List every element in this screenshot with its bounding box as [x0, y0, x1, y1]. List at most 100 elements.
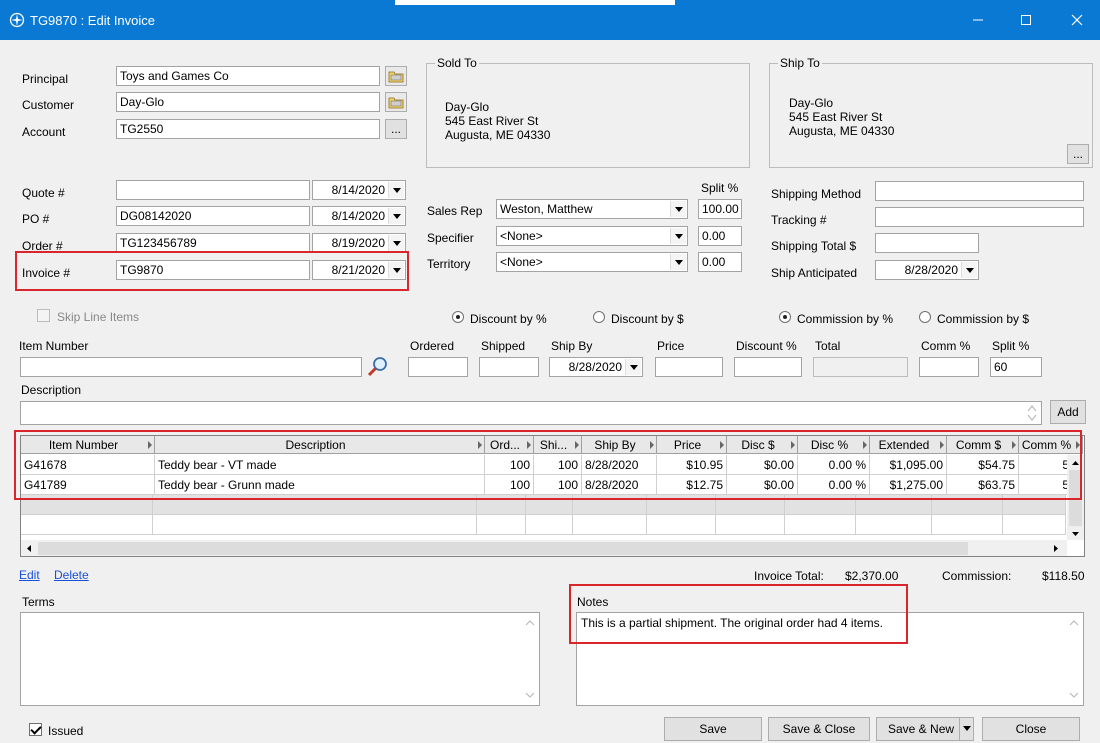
save-new-dropdown[interactable]	[959, 718, 973, 740]
description-label: Description	[21, 383, 82, 397]
skip-line-items-checkbox[interactable]	[37, 309, 50, 322]
description-field[interactable]	[20, 401, 1042, 425]
item-search-button[interactable]	[365, 355, 391, 378]
territory-select[interactable]: <None>	[496, 252, 688, 272]
sold-to-city: Augusta, ME 04330	[445, 128, 551, 142]
shipping-total-field[interactable]	[875, 233, 979, 253]
ordered-label: Ordered	[410, 339, 455, 353]
shipping-method-label: Shipping Method	[771, 187, 862, 201]
po-date-value: 8/14/2020	[331, 209, 385, 223]
ordered-field[interactable]	[408, 357, 468, 377]
commission-total-label: Commission:	[942, 569, 1012, 583]
commission-pct-radio[interactable]	[779, 311, 791, 323]
grid-horizontal-scrollbar[interactable]	[21, 540, 1067, 556]
account-field[interactable]: TG2550	[116, 119, 380, 139]
close-button[interactable]: Close	[982, 717, 1080, 741]
invoice-total-value: $2,370.00	[845, 569, 899, 583]
principal-lookup-button[interactable]	[385, 66, 407, 86]
specifier-split-field[interactable]: 0.00	[698, 226, 742, 246]
folder-icon	[388, 71, 404, 83]
split-field[interactable]: 60	[990, 357, 1042, 377]
ship-anticipated-picker[interactable]: 8/28/2020	[875, 260, 979, 280]
ship-by-value: 8/28/2020	[568, 360, 622, 374]
edit-link[interactable]: Edit	[19, 568, 40, 582]
save-close-button[interactable]: Save & Close	[768, 717, 870, 741]
chevron-down-icon	[388, 208, 404, 224]
terms-textarea[interactable]	[20, 612, 540, 706]
account-browse-button[interactable]: ...	[385, 119, 407, 139]
issued-checkbox[interactable]	[29, 723, 42, 736]
ship-to-label: Ship To	[778, 56, 822, 70]
ship-to-city: Augusta, ME 04330	[789, 124, 895, 138]
shipped-field[interactable]	[479, 357, 539, 377]
po-label: PO #	[22, 212, 50, 226]
territory-split-field[interactable]: 0.00	[698, 252, 742, 272]
commission-pct-label: Commission by %	[797, 312, 894, 326]
notes-highlight	[569, 584, 908, 644]
customer-label: Customer	[22, 98, 75, 112]
chevron-down-icon	[670, 228, 686, 244]
save-button[interactable]: Save	[664, 717, 762, 741]
ship-to-group: Ship To Day-Glo 545 East River St Augusta,…	[769, 56, 1093, 168]
discount-pct-radio[interactable]	[452, 311, 464, 323]
maximize-icon	[1021, 15, 1031, 25]
ship-to-name: Day-Glo	[789, 96, 834, 110]
po-date-picker[interactable]: 8/14/2020	[312, 206, 406, 226]
tracking-field[interactable]	[875, 207, 1084, 227]
maximize-button[interactable]	[1003, 0, 1049, 40]
chevron-down-icon	[388, 182, 404, 198]
sales-rep-select[interactable]: Weston, Matthew	[496, 199, 688, 219]
terms-scroll-icon	[525, 620, 535, 698]
add-button[interactable]: Add	[1050, 400, 1086, 424]
quote-field[interactable]	[116, 180, 310, 200]
ship-by-label: Ship By	[551, 339, 593, 353]
sales-rep-split-field[interactable]: 100.00	[698, 199, 742, 219]
principal-label: Principal	[22, 72, 69, 86]
specifier-select[interactable]: <None>	[496, 226, 688, 246]
commission-dollar-label: Commission by $	[937, 312, 1030, 326]
delete-link[interactable]: Delete	[54, 568, 89, 582]
order-field[interactable]: TG123456789	[116, 233, 310, 253]
order-date-value: 8/19/2020	[331, 236, 385, 250]
minimize-button[interactable]	[955, 0, 1001, 40]
commission-dollar-radio[interactable]	[919, 311, 931, 323]
specifier-label: Specifier	[427, 231, 474, 245]
empty-row	[21, 515, 1066, 535]
skip-line-items-label: Skip Line Items	[57, 310, 140, 324]
commission-total-value: $118.50	[1042, 569, 1085, 583]
quote-date-picker[interactable]: 8/14/2020	[312, 180, 406, 200]
principal-field[interactable]: Toys and Games Co	[116, 66, 380, 86]
title-strip	[395, 0, 675, 5]
discount-dollar-radio[interactable]	[593, 311, 605, 323]
sold-to-name: Day-Glo	[445, 100, 490, 114]
comm-label: Comm %	[921, 339, 971, 353]
folder-icon	[388, 97, 404, 109]
order-date-picker[interactable]: 8/19/2020	[312, 233, 406, 253]
item-number-label: Item Number	[19, 339, 89, 353]
ship-to-browse-button[interactable]: ...	[1067, 144, 1089, 164]
invoice-highlight	[15, 251, 409, 291]
issued-label: Issued	[48, 724, 84, 738]
app-icon	[9, 12, 25, 28]
price-field[interactable]	[655, 357, 723, 377]
shipping-method-field[interactable]	[875, 181, 1084, 201]
customer-field[interactable]: Day-Glo	[116, 92, 380, 112]
specifier-value: <None>	[500, 229, 543, 243]
comm-field[interactable]	[919, 357, 979, 377]
discount-field[interactable]	[734, 357, 802, 377]
close-window-button[interactable]	[1054, 0, 1100, 40]
chevron-down-icon	[670, 254, 686, 270]
territory-value: <None>	[500, 255, 543, 269]
sold-to-address: Day-Glo 545 East River St Augusta, ME 0433…	[445, 100, 550, 142]
save-new-button[interactable]: Save & New	[876, 717, 974, 741]
item-number-field[interactable]	[20, 357, 362, 377]
tracking-label: Tracking #	[771, 213, 827, 227]
line-items-highlight	[14, 430, 1082, 500]
save-new-label: Save & New	[888, 722, 955, 736]
po-field[interactable]: DG08142020	[116, 206, 310, 226]
chevron-down-icon	[388, 235, 404, 251]
ship-by-picker[interactable]: 8/28/2020	[549, 357, 643, 377]
account-label: Account	[22, 125, 66, 139]
split-label: Split %	[992, 339, 1030, 353]
customer-lookup-button[interactable]	[385, 92, 407, 112]
